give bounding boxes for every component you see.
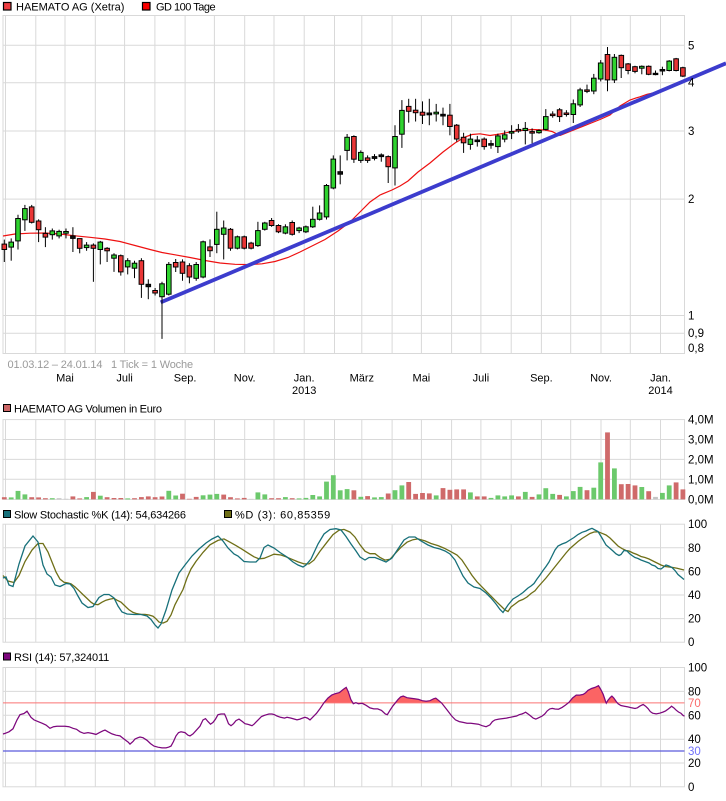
svg-text:2: 2 [688, 194, 694, 206]
svg-text:1,0M: 1,0M [688, 474, 714, 486]
svg-text:2,0M: 2,0M [688, 454, 714, 466]
svg-text:Nov.: Nov. [590, 373, 612, 385]
svg-text:20: 20 [688, 758, 701, 770]
svg-text:RSI (14): 57,324011: RSI (14): 57,324011 [14, 652, 109, 664]
svg-text:Jan.: Jan. [650, 373, 671, 385]
svg-text:Slow Stochastic %K (14): 54,63: Slow Stochastic %K (14): 54,634266 [14, 510, 186, 522]
svg-text:HAEMATO AG Volumen in Euro: HAEMATO AG Volumen in Euro [14, 404, 162, 416]
svg-text:20: 20 [688, 614, 701, 626]
svg-text:Sep.: Sep. [174, 373, 197, 385]
svg-text:Jan.: Jan. [294, 373, 315, 385]
svg-text:60: 60 [688, 566, 701, 578]
svg-text:Nov.: Nov. [234, 373, 256, 385]
svg-text:100: 100 [688, 663, 707, 675]
svg-text:2014: 2014 [648, 385, 672, 397]
svg-text:40: 40 [688, 590, 701, 602]
svg-text:60: 60 [688, 710, 701, 722]
svg-text:4: 4 [688, 78, 695, 90]
svg-text:Sep.: Sep. [530, 373, 553, 385]
svg-text:%D (3): 60,85359: %D (3): 60,85359 [235, 510, 331, 522]
svg-text:100: 100 [688, 519, 707, 531]
svg-text:Juli: Juli [473, 373, 490, 385]
svg-text:3: 3 [688, 126, 694, 138]
svg-text:0,9: 0,9 [688, 328, 704, 340]
svg-text:5: 5 [688, 40, 694, 52]
svg-text:70: 70 [688, 698, 701, 710]
svg-text:80: 80 [688, 543, 701, 555]
svg-text:HAEMATO AG (Xetra): HAEMATO AG (Xetra) [16, 2, 124, 14]
svg-text:2013: 2013 [292, 385, 316, 397]
svg-text:Mai: Mai [56, 373, 74, 385]
svg-text:Mai: Mai [413, 373, 431, 385]
svg-text:Juli: Juli [116, 373, 133, 385]
svg-text:0: 0 [688, 782, 694, 794]
svg-text:März: März [350, 373, 374, 385]
svg-text:3,0M: 3,0M [688, 435, 714, 447]
svg-text:01.03.12 – 24.01.14 1 Tick =: 01.03.12 – 24.01.14 1 Tick = 1 Woche [8, 359, 193, 371]
svg-text:40: 40 [688, 734, 701, 746]
svg-text:80: 80 [688, 686, 701, 698]
svg-text:0,0M: 0,0M [688, 494, 714, 506]
svg-text:GD 100 Tage: GD 100 Tage [156, 2, 216, 14]
svg-text:0: 0 [688, 637, 694, 649]
svg-text:4,0M: 4,0M [688, 415, 714, 427]
svg-text:30: 30 [688, 746, 701, 758]
svg-text:0,8: 0,8 [688, 343, 704, 355]
svg-text:1: 1 [688, 311, 694, 323]
